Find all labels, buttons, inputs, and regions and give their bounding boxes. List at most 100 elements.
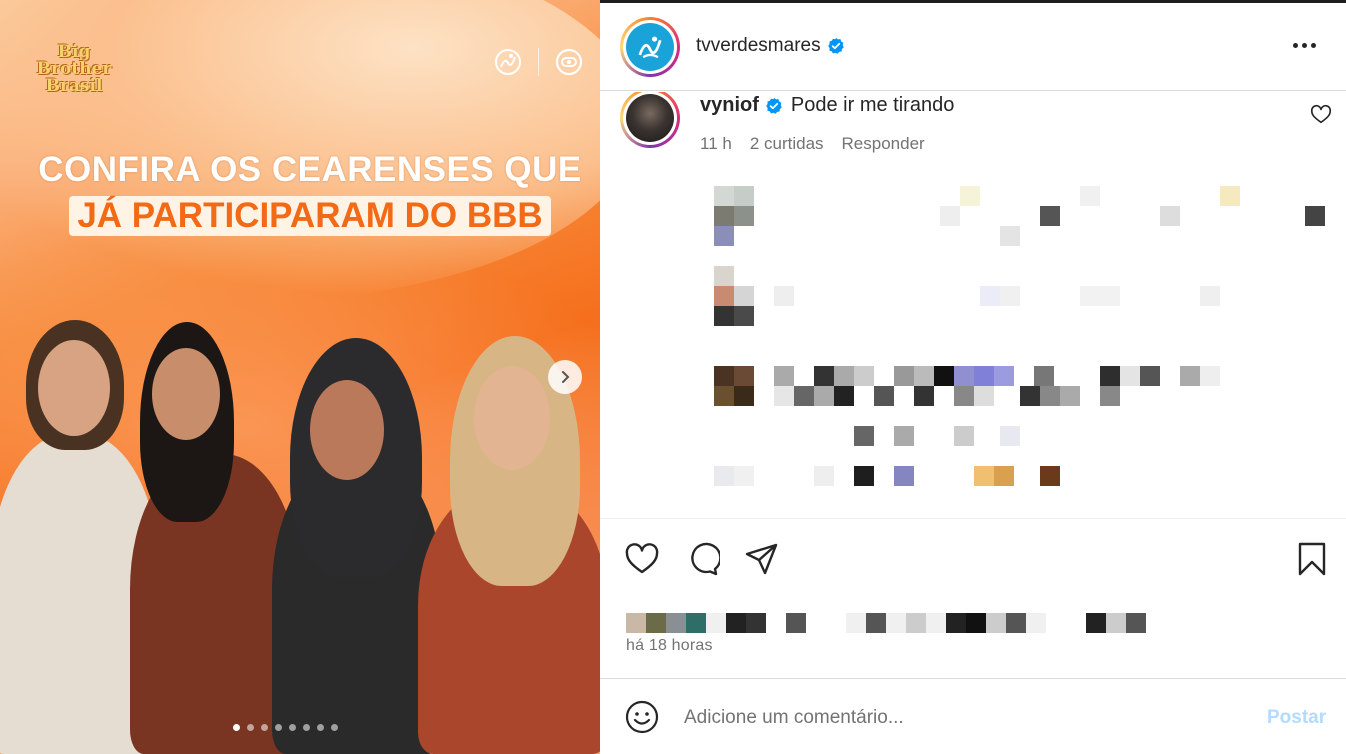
- comment-text: Pode ir me tirando: [790, 94, 955, 116]
- person-face: [38, 340, 110, 436]
- pixel-block: [886, 613, 906, 633]
- pixel-block: [714, 226, 734, 246]
- pixel-block: [854, 466, 874, 486]
- pixel-block: [1106, 613, 1126, 633]
- pixel-block: [1080, 186, 1100, 206]
- carousel-dot: [275, 724, 282, 731]
- comment-likes-count[interactable]: 2 curtidas: [750, 134, 824, 154]
- pixel-block: [714, 286, 734, 306]
- people-photo: [0, 300, 600, 754]
- comment-input[interactable]: [684, 701, 1244, 735]
- username-text[interactable]: tvverdesmares: [696, 35, 821, 57]
- carousel-next-button[interactable]: [548, 360, 582, 394]
- pixel-block: [786, 613, 806, 633]
- post-comment-button[interactable]: Postar: [1267, 707, 1326, 729]
- pixel-block: [940, 206, 960, 226]
- pixel-block: [914, 386, 934, 406]
- pixel-block: [734, 386, 754, 406]
- pixel-block: [814, 466, 834, 486]
- comment-body: vyniof Pode ir me tirando: [700, 94, 954, 117]
- post-author[interactable]: tvverdesmares: [696, 35, 845, 57]
- paper-plane-icon[interactable]: [744, 541, 780, 577]
- pixel-block: [714, 366, 734, 386]
- pixel-block: [954, 426, 974, 446]
- pixel-block: [714, 186, 734, 206]
- carousel-dot: [261, 724, 268, 731]
- post-header: tvverdesmares: [600, 3, 1346, 91]
- pixel-block: [646, 613, 666, 633]
- pixel-block: [1086, 613, 1106, 633]
- pixel-block: [986, 613, 1006, 633]
- pixel-block: [1034, 366, 1054, 386]
- reply-button[interactable]: Responder: [842, 134, 925, 154]
- more-horizontal-icon: [1292, 42, 1298, 48]
- more-options-button[interactable]: [1284, 33, 1324, 57]
- person-face: [310, 380, 384, 480]
- headline-line-1: CONFIRA OS CEARENSES QUE: [38, 150, 582, 189]
- post-actions: há 18 horas: [600, 518, 1346, 678]
- pixel-block: [734, 286, 754, 306]
- pixel-block: [774, 366, 794, 386]
- pixel-block: [1040, 466, 1060, 486]
- pixel-block: [846, 613, 866, 633]
- pixel-block: [894, 466, 914, 486]
- carousel-dots: [233, 724, 338, 731]
- pixel-block: [726, 613, 746, 633]
- pixel-block: [954, 386, 974, 406]
- pixel-block: [774, 386, 794, 406]
- pixel-block: [1305, 206, 1325, 226]
- pixel-block: [706, 613, 726, 633]
- pixel-block: [714, 466, 734, 486]
- pixel-block: [894, 426, 914, 446]
- heart-icon[interactable]: [624, 541, 660, 577]
- pixel-block: [734, 306, 754, 326]
- bbb-logo: Big Brother Brasil: [36, 42, 112, 96]
- globo-logo-icon: [553, 46, 585, 78]
- comment-time: 11 h: [700, 134, 732, 153]
- pixel-block: [866, 613, 886, 633]
- chevron-right-icon: [562, 371, 570, 383]
- comment-like-heart-icon[interactable]: [1310, 104, 1332, 126]
- carousel-dot: [303, 724, 310, 731]
- person-face: [474, 366, 550, 470]
- comment-bubble-icon[interactable]: [684, 541, 720, 577]
- pixel-block: [714, 386, 734, 406]
- pixel-block: [1046, 613, 1066, 633]
- pixel-block: [994, 466, 1014, 486]
- carousel-dot: [331, 724, 338, 731]
- pixel-block: [1126, 613, 1146, 633]
- pixel-block: [1060, 386, 1080, 406]
- pixel-block: [854, 426, 874, 446]
- pixel-block: [994, 366, 1014, 386]
- pixel-block: [874, 386, 894, 406]
- pixel-block: [946, 613, 966, 633]
- pixel-block: [1000, 226, 1020, 246]
- pixel-block: [734, 366, 754, 386]
- bookmark-icon[interactable]: [1294, 541, 1330, 577]
- pixel-block: [1100, 366, 1120, 386]
- pixel-block: [974, 466, 994, 486]
- pixel-block: [1200, 286, 1220, 306]
- pixel-block: [734, 466, 754, 486]
- pixel-block: [1100, 386, 1120, 406]
- carousel-dot: [233, 724, 240, 731]
- pixel-block: [814, 386, 834, 406]
- pixel-block: [1040, 206, 1060, 226]
- carousel-dot: [247, 724, 254, 731]
- pixel-block: [834, 366, 854, 386]
- smiley-icon[interactable]: [624, 699, 660, 735]
- comments-list: vyniof Pode ir me tirando 11 h 2 curtida…: [600, 92, 1346, 518]
- pixel-block: [1026, 613, 1046, 633]
- pixel-block: [974, 366, 994, 386]
- comment-meta: 11 h 2 curtidas Responder: [700, 134, 925, 154]
- verdes-mares-logo-icon: [492, 46, 524, 78]
- pixel-block: [1020, 386, 1040, 406]
- carousel-dot: [289, 724, 296, 731]
- pixel-block: [686, 613, 706, 633]
- pixel-block: [1220, 186, 1240, 206]
- avatar[interactable]: [620, 92, 680, 148]
- divider: [538, 48, 539, 76]
- comment-username[interactable]: vyniof: [700, 94, 759, 117]
- avatar[interactable]: [620, 17, 680, 77]
- media-headline: CONFIRA OS CEARENSES QUE JÁ PARTICIPARAM…: [0, 150, 600, 236]
